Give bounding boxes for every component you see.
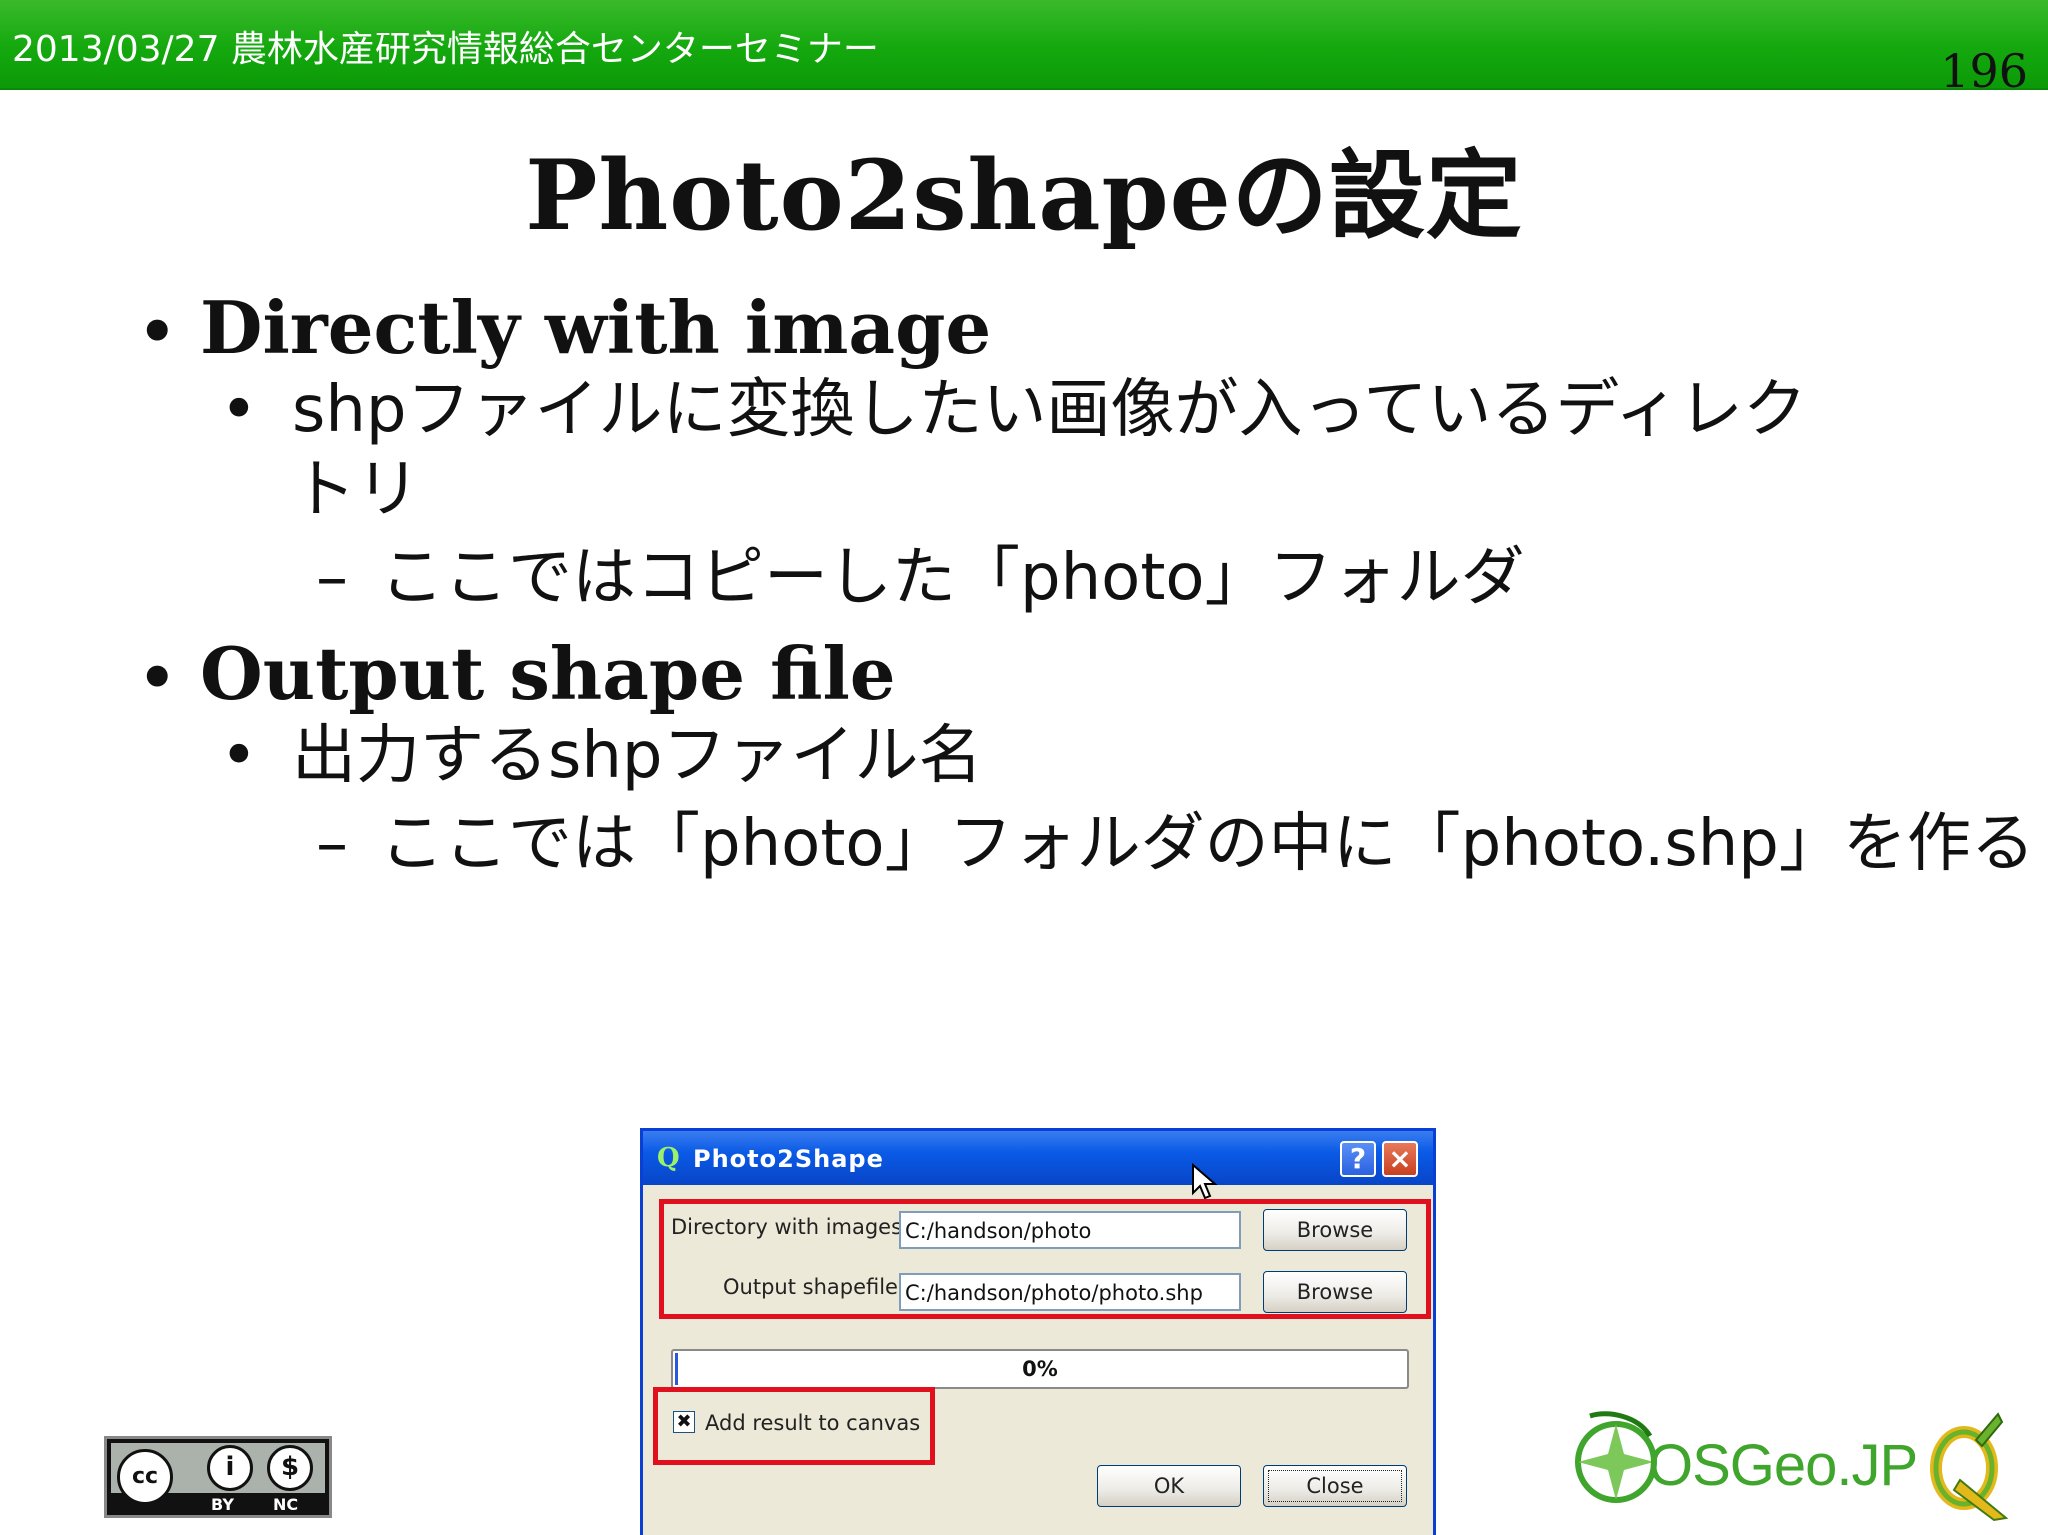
bullet-text: Directly with image [200, 285, 992, 370]
progress-text: 0% [1022, 1357, 1058, 1381]
bullet-output-shp-name: • 出力するshpファイル名 [220, 719, 983, 793]
add-result-checkbox[interactable]: ✖ [673, 1411, 695, 1433]
bullet-text: Output shape file [200, 631, 896, 716]
bullet-output-shape-file: • Output shape file [136, 631, 896, 720]
dialog-title: Photo2Shape [693, 1145, 884, 1173]
nc-icon: $ [267, 1445, 313, 1491]
output-shapefile-input[interactable]: C:/handson/photo/photo.shp [899, 1273, 1241, 1311]
browse-output-button[interactable]: Browse [1263, 1271, 1407, 1313]
bullet-shp-directory: • shpファイルに変換したい画像が入っているディレク [220, 373, 1807, 447]
bullet-directly-with-image: • Directly with image [136, 285, 992, 374]
qgis-logo-icon [1930, 1412, 2009, 1522]
mouse-cursor-icon [1192, 1163, 1218, 1200]
bullet-shp-directory-continued: トリ [292, 458, 420, 522]
header-title: 2013/03/27 農林水産研究情報総合センターセミナー [12, 29, 879, 70]
photo2shape-dialog: Q Photo2Shape ? × Directory with images … [640, 1128, 1436, 1535]
bullet-photo-shp: – ここでは「photo」フォルダの中に「photo.shp」を作る [316, 807, 2035, 881]
ok-button[interactable]: OK [1097, 1465, 1241, 1507]
bullet-text: ここでは「photo」フォルダの中に「photo.shp」を作る [380, 807, 2035, 881]
page-number: 196 [1940, 44, 2028, 98]
qgis-icon: Q [657, 1143, 680, 1173]
help-button[interactable]: ? [1340, 1141, 1376, 1177]
progress-bar: 0% [671, 1349, 1409, 1389]
by-icon: i [207, 1445, 253, 1491]
window-close-button[interactable]: × [1382, 1141, 1418, 1177]
bullet-text: 出力するshpファイル名 [292, 719, 983, 793]
cc-license-badge: cc i $ BY NC [104, 1436, 332, 1518]
header-bar: 2013/03/27 農林水産研究情報総合センターセミナー [0, 0, 2048, 90]
directory-input[interactable]: C:/handson/photo [899, 1211, 1241, 1249]
bullet-text: ここではコピーした「photo」フォルダ [380, 541, 1525, 615]
directory-label: Directory with images [671, 1215, 903, 1239]
bullet-photo-folder: – ここではコピーした「photo」フォルダ [316, 541, 1525, 615]
close-button-label: Close [1306, 1474, 1364, 1498]
cc-by-label: BY [211, 1495, 234, 1514]
osgeo-jp-text: OSGeo.JP [1648, 1433, 1918, 1498]
bullet-text: トリ [292, 453, 420, 527]
output-shapefile-label: Output shapefile [723, 1275, 898, 1299]
dialog-titlebar[interactable]: Q Photo2Shape ? × [643, 1131, 1433, 1200]
close-button[interactable]: Close [1263, 1465, 1407, 1507]
browse-directory-button[interactable]: Browse [1263, 1209, 1407, 1251]
cc-nc-label: NC [273, 1495, 299, 1514]
add-result-label[interactable]: Add result to canvas [705, 1411, 920, 1435]
cc-icon: cc [117, 1449, 173, 1505]
bullet-text: shpファイルに変換したい画像が入っているディレク [292, 373, 1807, 447]
slide-title: Photo2shapeの設定 [525, 139, 1523, 252]
